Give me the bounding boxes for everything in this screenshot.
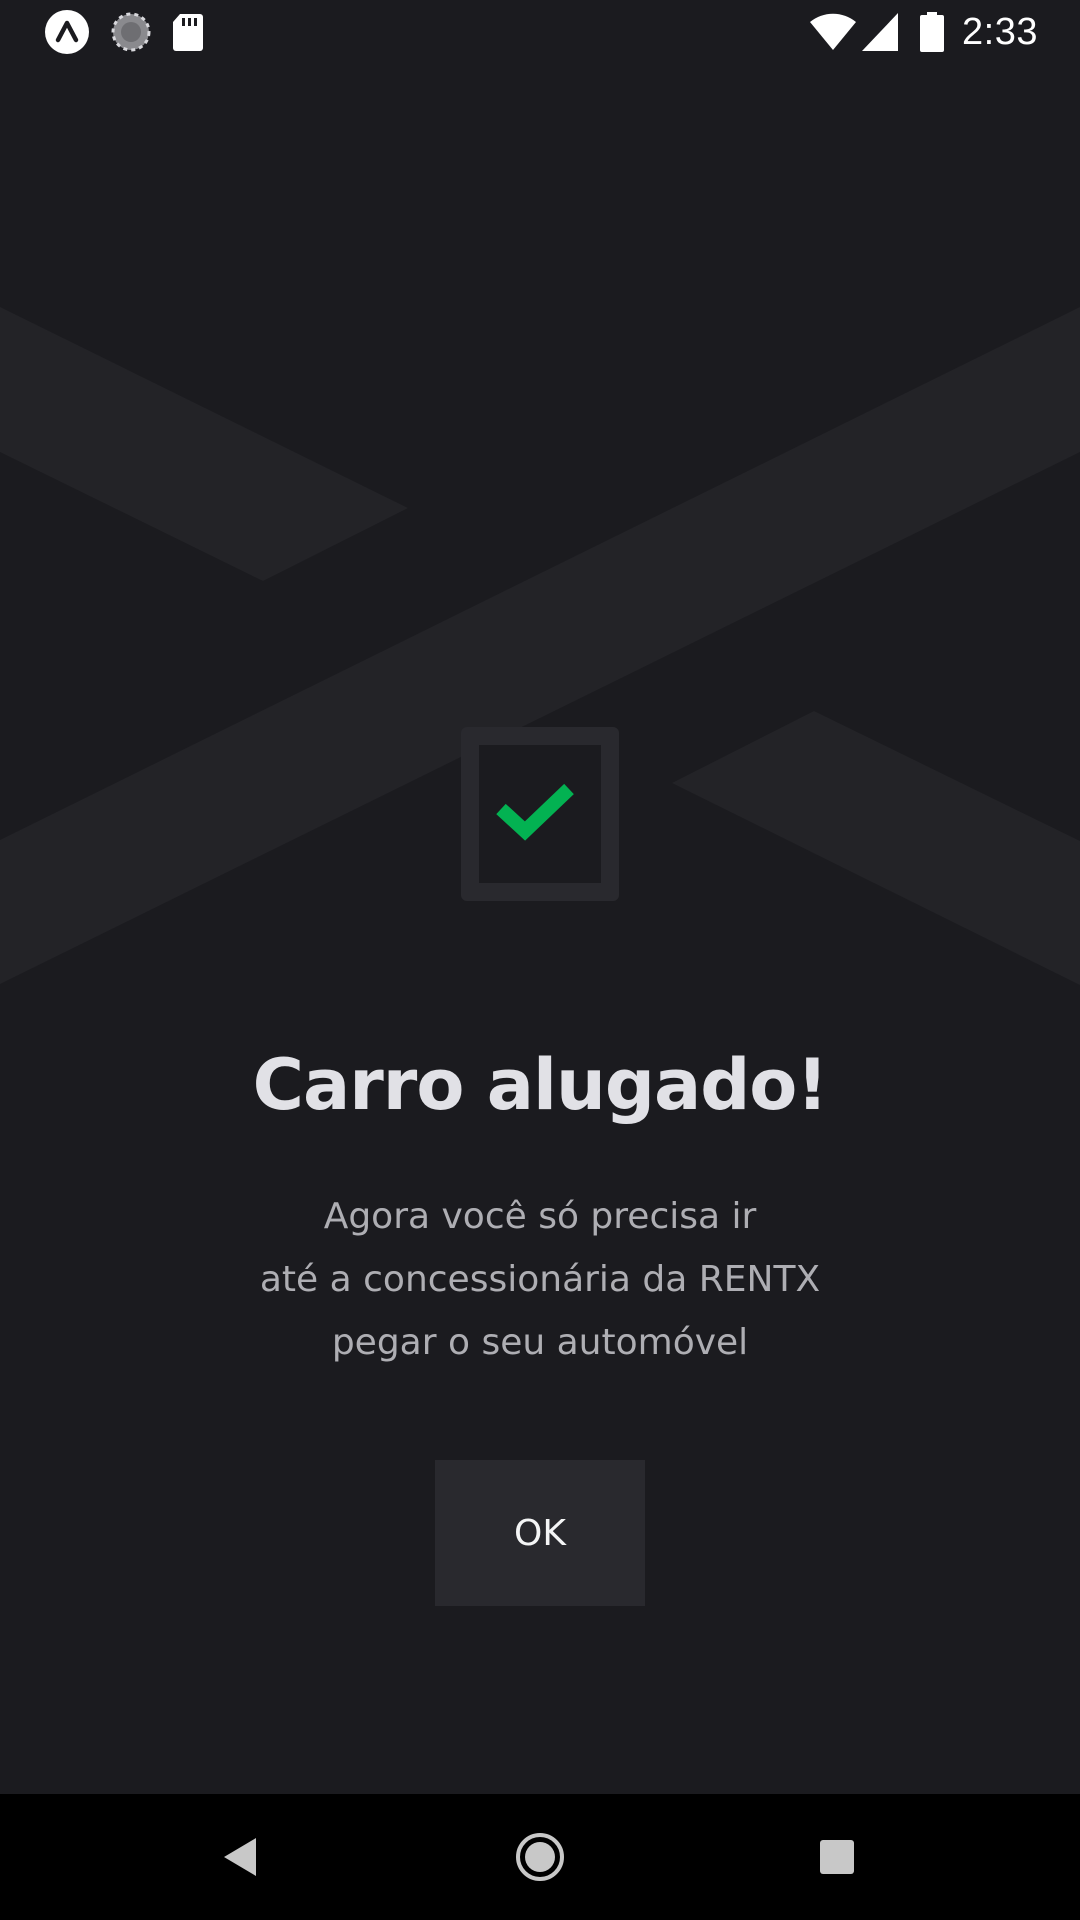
sd-card-icon xyxy=(173,14,203,51)
recents-button[interactable] xyxy=(757,1794,917,1920)
status-time: 2:33 xyxy=(962,10,1038,53)
ok-button[interactable]: OK xyxy=(435,1460,645,1606)
message-line: Agora você só precisa ir xyxy=(323,1196,757,1237)
cell-signal-icon xyxy=(862,13,899,51)
success-title: Carro alugado! xyxy=(252,1044,829,1126)
home-button[interactable] xyxy=(460,1794,620,1920)
status-left-icons xyxy=(44,9,204,55)
background-x-logo xyxy=(0,307,1080,985)
logo-stroke-bottom-right xyxy=(672,711,1080,985)
expo-icon xyxy=(45,10,89,54)
home-icon xyxy=(516,1833,564,1881)
battery-icon xyxy=(920,12,945,52)
status-right-icons: 2:33 xyxy=(810,8,1038,56)
success-screen: 2:33 Carro alugado! Agora você só precis… xyxy=(0,0,1080,1920)
success-message: Agora você só precisa ir até a concessio… xyxy=(140,1185,940,1374)
status-bar: 2:33 xyxy=(0,0,1080,63)
back-icon xyxy=(224,1838,256,1876)
checkmark-icon xyxy=(461,727,619,901)
wifi-icon xyxy=(810,13,857,50)
navigation-bar xyxy=(0,1794,1080,1920)
back-button[interactable] xyxy=(161,1794,321,1920)
message-line: pegar o seu automóvel xyxy=(331,1322,749,1363)
message-line: até a concessionária da RENTX xyxy=(259,1259,821,1300)
sync-icon xyxy=(111,12,151,52)
logo-stroke-top-left xyxy=(0,307,408,581)
recents-icon xyxy=(820,1840,854,1874)
